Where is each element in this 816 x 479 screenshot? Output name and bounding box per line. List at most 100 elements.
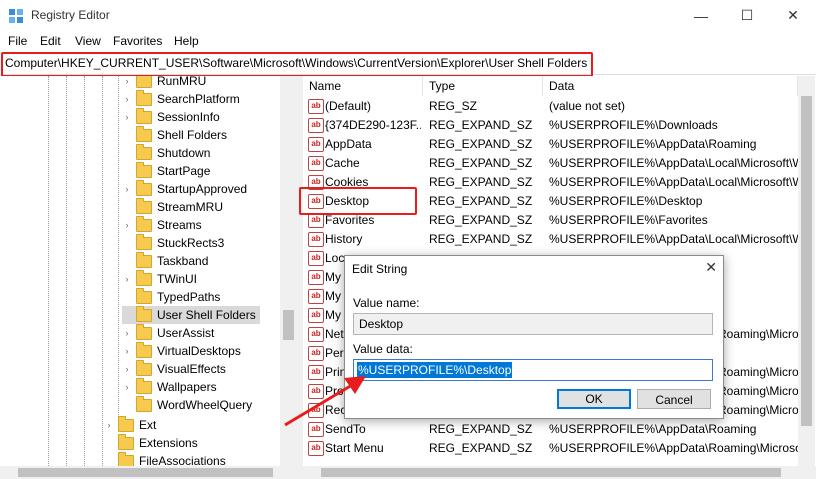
value-name: (Default) (325, 99, 372, 113)
chevron-right-icon[interactable]: › (122, 76, 132, 86)
values-horizontal-scrollbar[interactable] (303, 466, 816, 479)
tree-item[interactable]: › TWinUI (122, 269, 197, 288)
chevron-right-icon[interactable]: › (122, 274, 132, 284)
value-row[interactable]: ab (Default) REG_SZ (value not set) (303, 97, 798, 116)
dialog-close-icon[interactable]: ✕ (705, 259, 717, 276)
tree-item[interactable]: StartPage (122, 161, 210, 180)
cancel-button[interactable]: Cancel (637, 389, 711, 409)
value-data-text[interactable]: %USERPROFILE%\Desktop (357, 362, 513, 378)
value-data: %USERPROFILE%\AppData\Roaming\Microsof (549, 441, 798, 455)
tree-item[interactable]: Extensions (104, 433, 198, 452)
ok-button[interactable]: OK (557, 389, 631, 409)
column-header-data[interactable]: Data (543, 76, 798, 96)
value-name: History (325, 232, 363, 246)
tree-item[interactable]: › UserAssist (122, 323, 214, 342)
values-hscroll-thumb[interactable] (321, 468, 781, 477)
folder-icon (136, 197, 152, 214)
folder-icon (136, 89, 152, 106)
minimize-button[interactable]: — (678, 0, 724, 31)
tree-item[interactable]: User Shell Folders (122, 305, 260, 324)
folder-icon (136, 395, 152, 412)
tree-item[interactable]: › Ext (104, 415, 156, 434)
string-value-icon: ab (308, 422, 324, 437)
folder-icon (136, 377, 152, 394)
value-data: Roaming\Microsof (718, 403, 798, 417)
tree-item[interactable]: Shell Folders (122, 125, 227, 144)
value-data-input[interactable]: %USERPROFILE%\Desktop (353, 359, 713, 381)
value-data: %USERPROFILE%\AppData\Roaming (549, 137, 757, 151)
value-data: %USERPROFILE%\Favorites (549, 213, 708, 227)
string-value-icon: ab (308, 99, 324, 114)
tree-item-label: VirtualDesktops (157, 344, 241, 358)
column-header-name[interactable]: Name (303, 76, 423, 96)
string-value-icon: ab (308, 289, 324, 304)
folder-icon (136, 359, 152, 376)
tree-item[interactable]: › SearchPlatform (122, 89, 240, 108)
tree-item-label: SearchPlatform (157, 92, 240, 106)
tree-item[interactable]: › VirtualDesktops (122, 341, 241, 360)
column-header-type[interactable]: Type (423, 76, 543, 96)
values-scroll-thumb[interactable] (801, 96, 812, 426)
folder-icon (136, 125, 152, 142)
values-vertical-scrollbar[interactable] (798, 76, 815, 466)
chevron-right-icon[interactable]: › (122, 382, 132, 392)
tree-horizontal-scrollbar[interactable] (0, 466, 297, 479)
tree-item-label: FileAssociations (139, 454, 226, 466)
value-name: {374DE290-123F... (325, 118, 421, 132)
chevron-right-icon[interactable]: › (122, 220, 132, 230)
folder-icon (136, 179, 152, 196)
menu-help[interactable]: Help (174, 34, 199, 48)
tree-item[interactable]: › SessionInfo (122, 107, 220, 126)
tree-item[interactable]: › RunMRU (122, 76, 206, 90)
tree-item-label: StreamMRU (157, 200, 224, 214)
tree-item[interactable]: › Streams (122, 215, 202, 234)
value-type: REG_EXPAND_SZ (429, 137, 533, 151)
tree-vertical-scrollbar[interactable] (280, 76, 297, 466)
tree-item[interactable]: FileAssociations (104, 451, 226, 466)
tree-guide-line (102, 76, 103, 466)
menu-bar: File Edit View Favorites Help (0, 31, 816, 51)
folder-icon (136, 323, 152, 340)
close-button[interactable]: ✕ (770, 0, 816, 31)
tree-scroll-thumb[interactable] (283, 310, 294, 340)
tree-item[interactable]: StreamMRU (122, 197, 224, 216)
value-type: REG_EXPAND_SZ (429, 175, 533, 189)
value-name: Favorites (325, 213, 375, 227)
tree-item[interactable]: WordWheelQuery (122, 395, 252, 414)
menu-file[interactable]: File (8, 34, 27, 48)
string-value-icon: ab (308, 441, 324, 456)
menu-edit[interactable]: Edit (40, 34, 61, 48)
key-tree[interactable]: › RunMRU › SearchPlatform › SessionInfo Shell … (0, 76, 297, 466)
tree-item[interactable]: StuckRects3 (122, 233, 224, 252)
value-data: %USERPROFILE%\AppData\Local\Microsoft\W (549, 175, 798, 189)
chevron-right-icon[interactable]: › (122, 346, 132, 356)
value-type: REG_EXPAND_SZ (429, 118, 533, 132)
value-row[interactable]: ab SendTo REG_EXPAND_SZ %USERPROFILE%\AppDa… (303, 420, 798, 439)
value-row[interactable]: ab Cache REG_EXPAND_SZ %USERPROFILE%\AppDat… (303, 154, 798, 173)
tree-item[interactable]: Taskband (122, 251, 208, 270)
chevron-right-icon[interactable]: › (122, 364, 132, 374)
tree-item[interactable]: › StartupApproved (122, 179, 247, 198)
title-bar: Registry Editor — ☐ ✕ (0, 0, 816, 31)
chevron-right-icon[interactable]: › (122, 94, 132, 104)
chevron-right-icon[interactable]: › (104, 420, 114, 430)
tree-item[interactable]: › Wallpapers (122, 377, 217, 396)
maximize-button[interactable]: ☐ (724, 0, 770, 31)
menu-view[interactable]: View (75, 34, 101, 48)
chevron-right-icon[interactable]: › (122, 328, 132, 338)
tree-item-label: RunMRU (157, 76, 207, 88)
chevron-right-icon[interactable]: › (122, 112, 132, 122)
tree-item[interactable]: › VisualEffects (122, 359, 226, 378)
folder-icon (136, 251, 152, 268)
folder-icon (136, 305, 152, 322)
tree-hscroll-thumb[interactable] (18, 468, 273, 477)
tree-item[interactable]: Shutdown (122, 143, 210, 162)
chevron-right-icon[interactable]: › (122, 184, 132, 194)
value-row[interactable]: ab AppData REG_EXPAND_SZ %USERPROFILE%\AppD… (303, 135, 798, 154)
tree-item[interactable]: TypedPaths (122, 287, 220, 306)
value-row[interactable]: ab History REG_EXPAND_SZ %USERPROFILE%\AppD… (303, 230, 798, 249)
desktop-highlight-box (299, 187, 417, 215)
value-row[interactable]: ab {374DE290-123F... REG_EXPAND_SZ %USERPRO… (303, 116, 798, 135)
value-row[interactable]: ab Start Menu REG_EXPAND_SZ %USERPROFILE%\A… (303, 439, 798, 458)
menu-favorites[interactable]: Favorites (113, 34, 162, 48)
